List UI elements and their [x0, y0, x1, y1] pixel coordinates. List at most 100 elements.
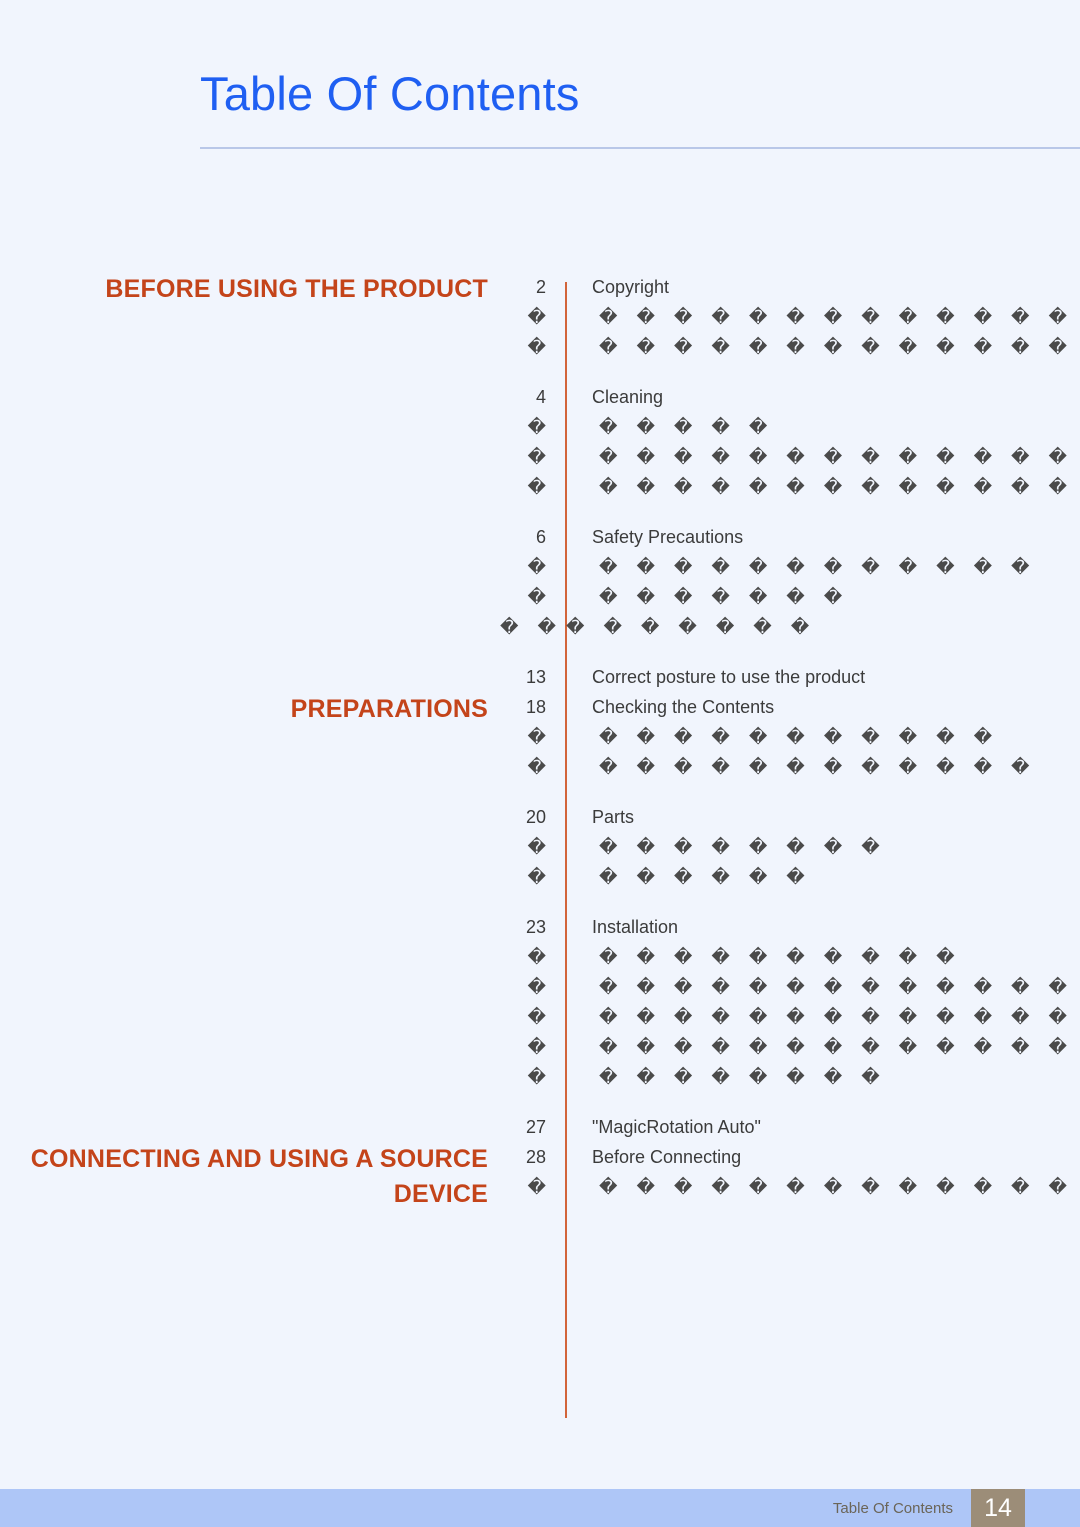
- toc-group-heading[interactable]: CONNECTING AND USING A SOURCE DEVICE: [0, 1142, 500, 1212]
- toc-subentry-label[interactable]: � � � � � � �: [566, 582, 849, 612]
- toc-subentry-row[interactable]: � � � � � � � � � � � � �: [500, 552, 1080, 582]
- toc-subentry-row[interactable]: � � � � � � � � � � � � �: [500, 752, 1080, 782]
- footer-page-number: 14: [971, 1489, 1025, 1527]
- toc-subentry-page-number: �: [527, 977, 546, 997]
- page-title: Table Of Contents: [200, 67, 580, 120]
- table-of-contents: BEFORE USING THE PRODUCT 2 Copyright � � � �…: [0, 272, 1080, 1212]
- toc-group-heading[interactable]: PREPARATIONS: [0, 692, 500, 727]
- toc-entry[interactable]: 4 Cleaning � � � � � � � � � � � � � � � � � …: [500, 382, 1080, 502]
- toc-entry[interactable]: 20 Parts � � � � � � � � � � � � � � � �: [500, 802, 1080, 892]
- toc-entry[interactable]: 27 "MagicRotation Auto": [500, 1112, 1080, 1142]
- toc-subentry-label[interactable]: � � � � � � �: [566, 612, 816, 642]
- toc-subentry-row[interactable]: � � � � � � � � � � � � � �: [500, 472, 1080, 502]
- toc-subentry-page-number: �: [527, 727, 546, 747]
- toc-subentry-page-number: �: [527, 757, 546, 777]
- toc-subentry-label[interactable]: � � � � � � � �: [566, 832, 887, 862]
- toc-subentry-page-number: �: [527, 1007, 546, 1027]
- toc-subentry-label[interactable]: � � � � � � � � � � � � � � � �: [566, 442, 1080, 472]
- toc-entry[interactable]: 6 Safety Precautions � � � � � � � � � � � …: [500, 522, 1080, 642]
- toc-entry-label[interactable]: Safety Precautions: [566, 522, 743, 552]
- toc-entry-page-number: 18: [525, 697, 546, 717]
- toc-subentry-page-number: �: [527, 837, 546, 857]
- toc-entry-row[interactable]: 2 Copyright: [500, 272, 1080, 302]
- toc-subentry-label[interactable]: � � � � � � � � � � � � � � �: [566, 332, 1080, 362]
- toc-entry-label[interactable]: Before Connecting: [566, 1142, 741, 1172]
- title-divider-rule: [200, 147, 1080, 149]
- toc-subentry-label[interactable]: � � � � � � � � � � � �: [566, 552, 1037, 582]
- toc-subentry-page-number: �: [527, 1177, 546, 1197]
- toc-subentry-row[interactable]: � � � � � � � � � � � � � � � � � � � � �…: [500, 972, 1080, 1002]
- toc-group-entries: 28 Before Connecting � � � � � � � � � � � …: [500, 1142, 1080, 1202]
- toc-entry-page-number: 20: [525, 807, 546, 827]
- toc-subentry-row[interactable]: � � � � � � � �: [500, 582, 1080, 612]
- toc-entry-row[interactable]: 27 "MagicRotation Auto": [500, 1112, 1080, 1142]
- toc-entry-row[interactable]: 4 Cleaning: [500, 382, 1080, 412]
- toc-subentry-row[interactable]: � � � � � � � � � � � � � � � �: [500, 1002, 1080, 1032]
- toc-subentry-label[interactable]: � � � � � � � � � �: [566, 942, 962, 972]
- toc-entry-label[interactable]: Correct posture to use the product: [566, 662, 865, 692]
- toc-entry-row[interactable]: 13 Correct posture to use the product: [500, 662, 1080, 692]
- toc-entry-page-number: 13: [525, 667, 546, 687]
- toc-entry[interactable]: 2 Copyright � � � � � � � � � � � � � � � � �…: [500, 272, 1080, 362]
- toc-subentry-page-number: �: [527, 307, 546, 327]
- toc-subentry-label[interactable]: � � � � � � � � � � � � � � � � � � � � …: [566, 1032, 1080, 1062]
- toc-entry-label[interactable]: Copyright: [566, 272, 669, 302]
- document-page: Table Of Contents BEFORE USING THE PRODU…: [0, 0, 1080, 1527]
- toc-entry-page-number: 28: [525, 1147, 546, 1167]
- toc-subentry-page-number: �: [527, 477, 546, 497]
- toc-subentry-row[interactable]: � � � � � �: [500, 412, 1080, 442]
- toc-subentry-label[interactable]: � � � � � � � � � � � � � � � � � � � � …: [566, 972, 1080, 1002]
- toc-group-heading[interactable]: BEFORE USING THE PRODUCT: [0, 272, 500, 307]
- toc-group-entries: 18 Checking the Contents � � � � � � � � � …: [500, 692, 1080, 1142]
- toc-entry-row[interactable]: 23 Installation: [500, 912, 1080, 942]
- toc-entry-label[interactable]: Cleaning: [566, 382, 663, 412]
- page-header: Table Of Contents: [0, 0, 1080, 150]
- toc-subentry-label[interactable]: � � � � � �: [566, 862, 812, 892]
- toc-subentry-label[interactable]: � � � � � � � � � � � � � �: [566, 1172, 1080, 1202]
- toc-entry-page-number: 6: [535, 527, 546, 547]
- toc-subentry-label[interactable]: � � � � � � � �: [566, 1062, 887, 1092]
- toc-entry-label[interactable]: Checking the Contents: [566, 692, 774, 722]
- toc-subentry-page-number: �: [527, 337, 546, 357]
- toc-entry-label[interactable]: "MagicRotation Auto": [566, 1112, 761, 1142]
- toc-entry-row[interactable]: 28 Before Connecting: [500, 1142, 1080, 1172]
- toc-subentry-row[interactable]: � � � � � � � � �: [500, 832, 1080, 862]
- toc-subentry-row[interactable]: � � � � � � � � �: [500, 612, 1080, 642]
- toc-subentry-row[interactable]: � � � � � � � � � � �: [500, 942, 1080, 972]
- toc-subentry-row[interactable]: � � � � � � � � � � � � � � � �: [500, 332, 1080, 362]
- toc-subentry-page-number: �: [527, 867, 546, 887]
- toc-subentry-row[interactable]: � � � � � � � � � � � �: [500, 722, 1080, 752]
- toc-subentry-label[interactable]: � � � � � � � � � � � �: [566, 752, 1037, 782]
- toc-subentry-label[interactable]: � � � � �: [566, 412, 774, 442]
- toc-entry-row[interactable]: 6 Safety Precautions: [500, 522, 1080, 552]
- toc-group-entries: 2 Copyright � � � � � � � � � � � � � � � � �…: [500, 272, 1080, 692]
- toc-subentry-row[interactable]: � � � � � � � � � � � � � � � � �: [500, 442, 1080, 472]
- toc-subentry-label[interactable]: � � � � � � � � � � � � � � �: [566, 1002, 1080, 1032]
- toc-subentry-page-number: �: [527, 1067, 546, 1087]
- page-footer: Table Of Contents 14: [0, 1489, 1080, 1527]
- toc-subentry-row[interactable]: � � � � � � � � � � � � � � � � � � � � �…: [500, 1032, 1080, 1062]
- toc-entry[interactable]: 28 Before Connecting � � � � � � � � � � � …: [500, 1142, 1080, 1202]
- toc-subentry-row[interactable]: � � � � � � � � � � � � � � �: [500, 1172, 1080, 1202]
- toc-entry[interactable]: 18 Checking the Contents � � � � � � � � � …: [500, 692, 1080, 782]
- toc-entry-row[interactable]: 20 Parts: [500, 802, 1080, 832]
- toc-entry-label[interactable]: Installation: [566, 912, 678, 942]
- toc-subentry-page-number: �: [527, 1037, 546, 1057]
- toc-group: CONNECTING AND USING A SOURCE DEVICE 28 Be…: [0, 1142, 1080, 1212]
- toc-subentry-label[interactable]: � � � � � � � � � � � � �: [566, 472, 1074, 502]
- toc-entry[interactable]: 23 Installation � � � � � � � � � � � � � � �…: [500, 912, 1080, 1092]
- toc-entry[interactable]: 13 Correct posture to use the product: [500, 662, 1080, 692]
- toc-group: BEFORE USING THE PRODUCT 2 Copyright � � � �…: [0, 272, 1080, 692]
- toc-entry-page-number: 27: [525, 1117, 546, 1137]
- toc-subentry-page-number: �: [527, 557, 546, 577]
- toc-subentry-row[interactable]: � � � � � � � � �: [500, 1062, 1080, 1092]
- toc-subentry-label[interactable]: � � � � � � � � � � �: [566, 722, 999, 752]
- toc-entry-label[interactable]: Parts: [566, 802, 634, 832]
- toc-subentry-row[interactable]: � � � � � � � � � � � � � �: [500, 302, 1080, 332]
- toc-subentry-page-number: �: [527, 447, 546, 467]
- toc-subentry-page-number: �: [527, 587, 546, 607]
- toc-subentry-page-number: �: [527, 417, 546, 437]
- toc-entry-row[interactable]: 18 Checking the Contents: [500, 692, 1080, 722]
- toc-subentry-label[interactable]: � � � � � � � � � � � � �: [566, 302, 1074, 332]
- toc-subentry-row[interactable]: � � � � � � �: [500, 862, 1080, 892]
